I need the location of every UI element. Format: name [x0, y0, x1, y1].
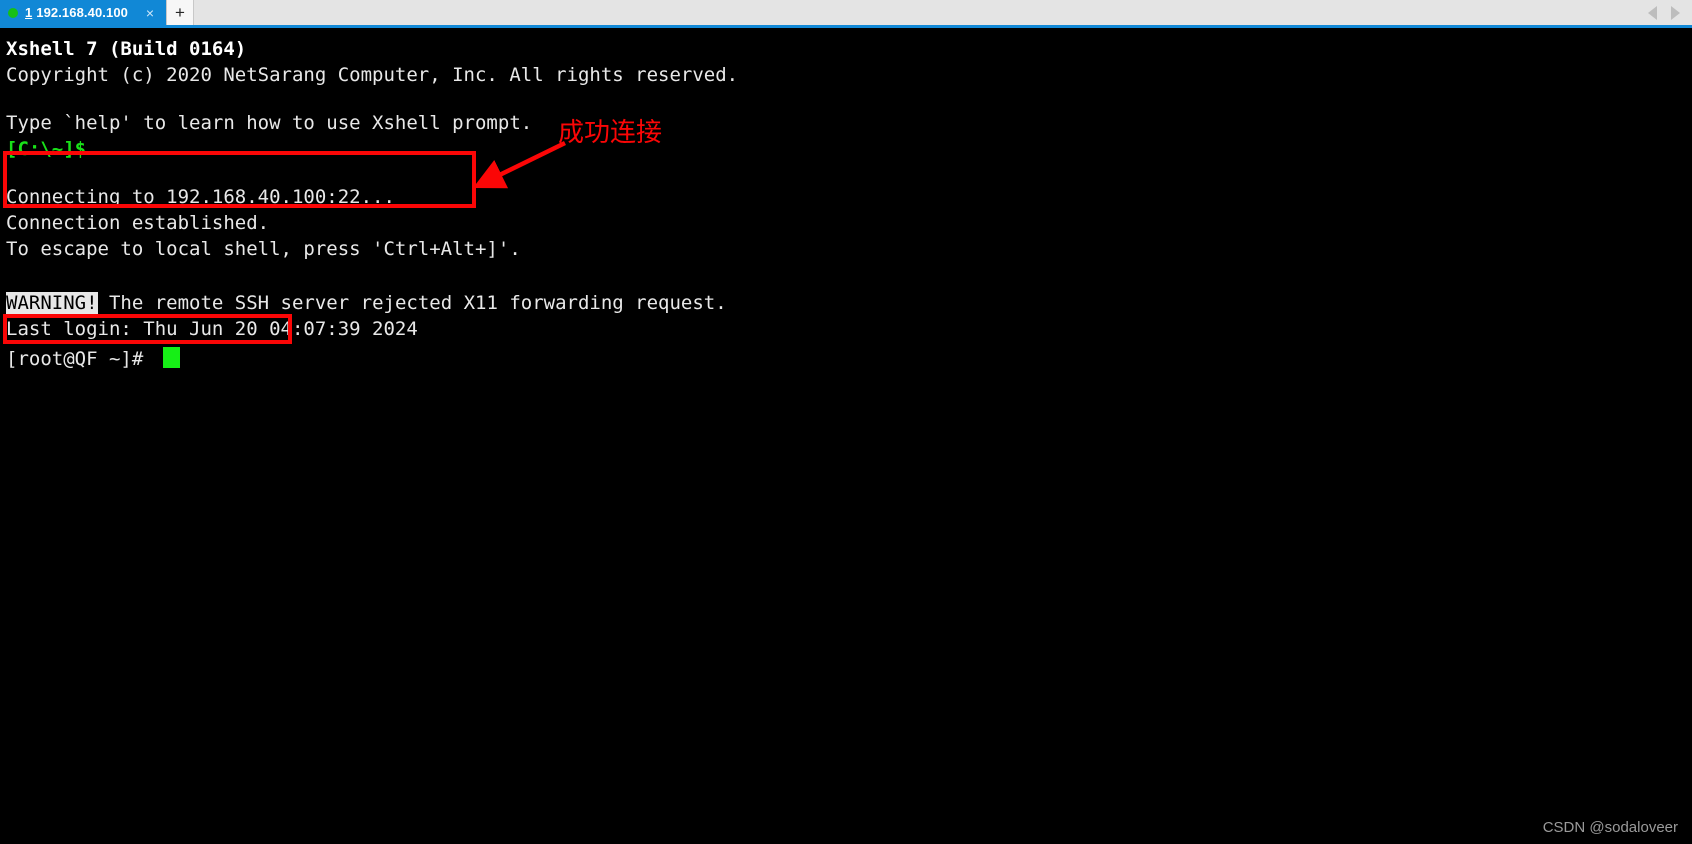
tab-strip-empty-area: [194, 0, 1648, 25]
block-cursor: [163, 347, 180, 368]
session-tab-1[interactable]: 1 192.168.40.100 ×: [0, 0, 166, 25]
tab-strip: 1 192.168.40.100 × +: [0, 0, 1692, 25]
green-dot-icon: [8, 7, 18, 18]
annotation-label: 成功连接: [558, 118, 663, 148]
terminal-screen[interactable]: Xshell 7 (Build 0164) Copyright (c) 2020…: [0, 28, 1692, 844]
terminal-line-warning: WARNING! The remote SSH server rejected …: [6, 290, 727, 316]
terminal-line-help-hint: Type `help' to learn how to use Xshell p…: [6, 112, 533, 134]
session-tab-title: 192.168.40.100: [36, 5, 128, 20]
terminal-line-root-prompt: [root@QF ~]#: [6, 348, 144, 370]
tab-scroll-controls: [1648, 0, 1692, 25]
new-tab-button[interactable]: +: [166, 0, 194, 25]
terminal-line-banner: Xshell 7 (Build 0164): [6, 38, 247, 60]
warning-message: [98, 292, 109, 314]
watermark: CSDN @sodaloveer: [1542, 819, 1678, 836]
terminal-line-connecting: Connecting to 192.168.40.100:22...: [6, 186, 395, 208]
terminal-line-established: Connection established.: [6, 212, 270, 234]
chevron-right-icon[interactable]: [1671, 5, 1680, 20]
terminal-line-local-prompt: [C:\~]$: [6, 138, 87, 160]
chevron-left-icon[interactable]: [1648, 5, 1657, 20]
terminal-line-copyright: Copyright (c) 2020 NetSarang Computer, I…: [6, 64, 739, 86]
session-tab-index: 1: [25, 5, 33, 20]
close-icon[interactable]: ×: [142, 6, 158, 20]
warning-message-text: The remote SSH server rejected X11 forwa…: [108, 292, 727, 314]
warning-badge: WARNING!: [6, 292, 98, 314]
terminal-line-last-login: Last login: Thu Jun 20 04:07:39 2024: [6, 318, 418, 340]
terminal-line-escape-hint: To escape to local shell, press 'Ctrl+Al…: [6, 238, 521, 260]
